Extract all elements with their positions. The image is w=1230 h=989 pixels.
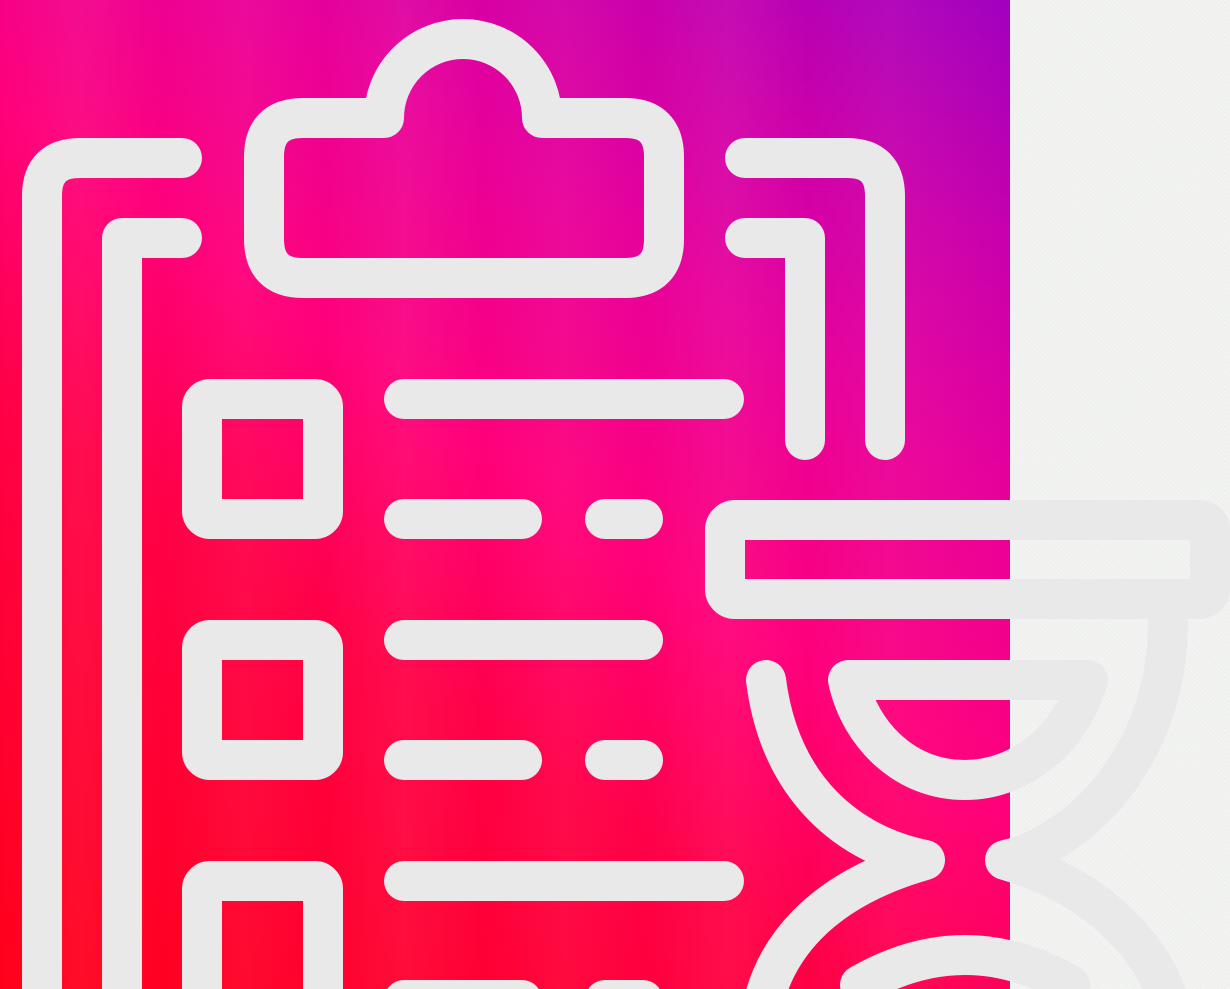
hourglass-sand-icon [828,660,1108,800]
checklist-line-icon [384,379,744,989]
clipboard-clip-icon [244,19,684,298]
icon-artwork [0,0,1230,989]
hourglass-top-cap-icon [705,500,1230,619]
checkbox-icon [182,620,343,780]
hourglass-icon [705,500,1230,989]
checkbox-icon [182,861,343,989]
clipboard-inner-right-frame-icon [725,218,825,460]
clipboard-inner-left-frame-icon [102,218,202,989]
icon-canvas [22,19,1230,989]
hourglass-left-glass-icon [746,660,945,989]
checkbox-icon [182,379,343,539]
hourglass-bottom-sand-icon [840,935,1090,989]
